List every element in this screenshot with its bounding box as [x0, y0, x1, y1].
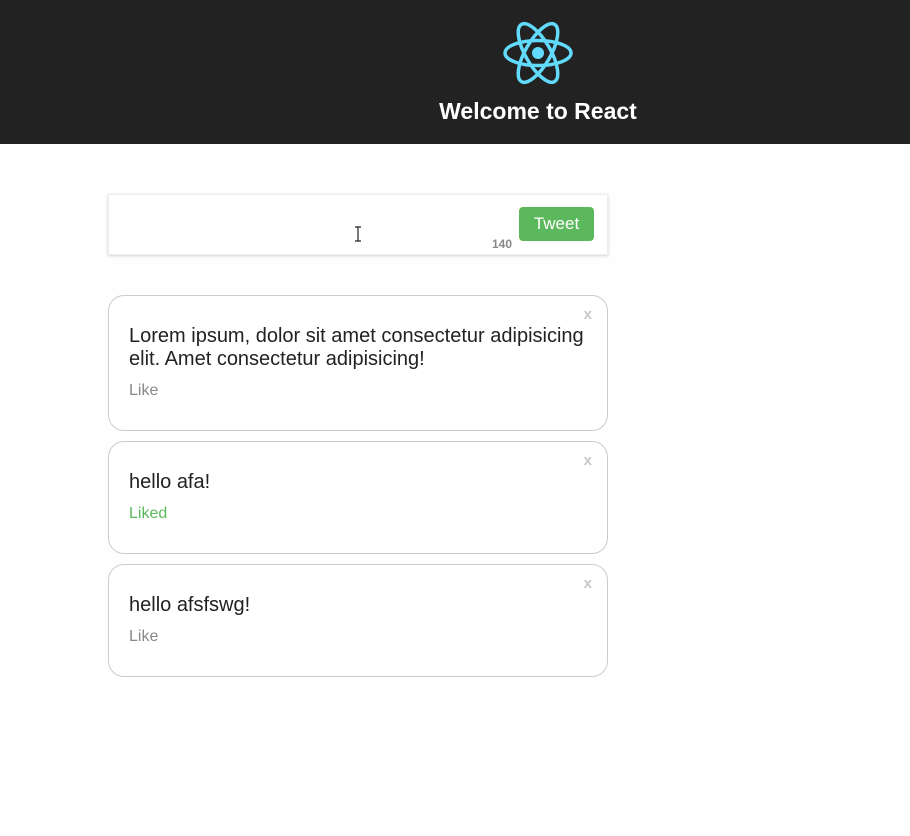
tweet-text: hello afsfswg!: [129, 594, 251, 616]
tweet-composer: 140 Tweet: [108, 194, 608, 255]
tweet-button[interactable]: Tweet: [519, 207, 594, 241]
react-logo-icon: [503, 21, 573, 85]
char-count: 140: [492, 237, 513, 251]
text-cursor-icon: [355, 226, 361, 242]
like-button[interactable]: Like: [129, 382, 158, 400]
tweet-card: x hello afa! Liked: [108, 441, 608, 554]
header-title: Welcome to React: [439, 98, 637, 124]
app-header: Welcome to React: [0, 0, 910, 144]
tweet-card: x hello afsfswg! Like: [108, 564, 608, 677]
delete-tweet-button[interactable]: x: [584, 306, 592, 323]
liked-button[interactable]: Liked: [129, 505, 167, 523]
delete-tweet-button[interactable]: x: [584, 575, 592, 592]
tweet-text: Lorem ipsum, dolor sit amet consectetur …: [129, 325, 584, 370]
tweet-input[interactable]: [109, 195, 509, 254]
like-button[interactable]: Like: [129, 628, 158, 646]
tweet-text: hello afa!: [129, 471, 211, 493]
tweet-card: x Lorem ipsum, dolor sit amet consectetu…: [108, 295, 608, 431]
delete-tweet-button[interactable]: x: [584, 452, 592, 469]
